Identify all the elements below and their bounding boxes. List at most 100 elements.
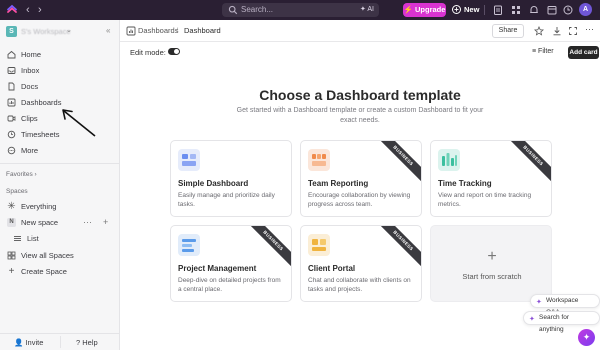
sidebar-item-label: Clips bbox=[21, 114, 38, 123]
inbox-icon bbox=[7, 67, 16, 74]
workspace-qa-button[interactable]: ✦ Workspace Q&A bbox=[530, 294, 600, 316]
collapse-sidebar-icon[interactable]: « bbox=[106, 26, 110, 35]
upgrade-label: Upgrade bbox=[415, 5, 446, 14]
star-icon[interactable] bbox=[534, 26, 544, 36]
dashboards-icon bbox=[7, 98, 16, 107]
dashboard-toolbar: Edit mode: ≡ Filter Add card bbox=[120, 42, 600, 62]
grid-icon bbox=[7, 251, 16, 260]
sidebar-item-label: List bbox=[27, 234, 39, 243]
favorites-label: Favorites bbox=[6, 171, 33, 178]
fullscreen-icon[interactable] bbox=[568, 26, 578, 36]
new-button[interactable]: + New bbox=[452, 3, 479, 17]
template-card-simple-dashboard[interactable]: Simple Dashboard Easily manage and prior… bbox=[170, 140, 292, 217]
top-bar: ‹ › Search... ✦ AI ⚡ Upgrade + New A bbox=[0, 0, 600, 20]
main-content: Dashboards / Dashboard Share ⋯ Edit mode… bbox=[120, 20, 600, 350]
share-label: Share bbox=[498, 27, 518, 34]
share-button[interactable]: Share bbox=[492, 24, 524, 38]
invite-button[interactable]: 👤 Invite bbox=[14, 338, 43, 347]
search-placeholder: Search... bbox=[241, 5, 274, 14]
start-from-scratch-label: Start from scratch bbox=[462, 272, 522, 281]
chevron-down-icon: ⌄ bbox=[66, 27, 72, 34]
sidebar-item-home[interactable]: Home bbox=[6, 48, 114, 61]
clock-icon[interactable] bbox=[562, 4, 574, 16]
add-card-label: Add card bbox=[569, 49, 598, 56]
business-ribbon: BUSINESS bbox=[371, 226, 421, 273]
sidebar-item-label: New space bbox=[21, 218, 59, 227]
plus-icon: + bbox=[8, 266, 15, 277]
calendar-icon[interactable] bbox=[546, 4, 558, 16]
new-label: New bbox=[464, 5, 480, 14]
template-card-time-tracking[interactable]: Time Tracking View and report on time tr… bbox=[430, 140, 552, 217]
back-arrow-icon[interactable]: ‹ bbox=[26, 3, 30, 17]
user-plus-icon: 👤 bbox=[14, 338, 24, 347]
breadcrumb-dashboards[interactable]: Dashboards bbox=[138, 26, 178, 35]
template-description: Easily manage and prioritize daily tasks… bbox=[178, 192, 275, 208]
template-name: Team Reporting bbox=[308, 179, 369, 188]
sidebar-item-everything[interactable]: ✳ Everything bbox=[6, 200, 114, 213]
help-button[interactable]: ? Help bbox=[76, 338, 98, 347]
bell-icon[interactable] bbox=[528, 4, 540, 16]
help-icon: ? bbox=[76, 338, 81, 347]
edit-mode-toggle[interactable] bbox=[168, 48, 180, 55]
workspace-switcher[interactable]: S S's Workspace ⌄ « bbox=[6, 25, 114, 39]
page-subtitle: Get started with a Dashboard template or… bbox=[236, 107, 484, 124]
upgrade-button[interactable]: ⚡ Upgrade bbox=[403, 3, 446, 17]
add-card-button[interactable]: Add card bbox=[568, 46, 599, 59]
filter-label: Filter bbox=[538, 48, 554, 55]
sidebar-item-list[interactable]: List bbox=[12, 232, 112, 245]
sidebar-item-inbox[interactable]: Inbox bbox=[6, 64, 114, 77]
template-description: Deep-dive on detailed projects from a ce… bbox=[178, 277, 281, 293]
filter-icon: ≡ bbox=[532, 48, 537, 55]
spaces-label: Spaces bbox=[6, 188, 28, 195]
apps-grid-icon[interactable] bbox=[510, 4, 522, 16]
list-icon bbox=[14, 236, 21, 241]
more-options-icon[interactable]: ··· bbox=[83, 216, 92, 229]
plus-icon: + bbox=[487, 248, 497, 265]
ai-assistant-fab[interactable]: ✦ bbox=[578, 329, 595, 346]
template-card-team-reporting[interactable]: Team Reporting Encourage collaboration b… bbox=[300, 140, 422, 217]
breadcrumb-dashboard[interactable]: Dashboard bbox=[184, 26, 221, 35]
sparkle-icon: ✦ bbox=[529, 316, 535, 323]
ai-button[interactable]: ✦ AI bbox=[360, 5, 374, 15]
search-anything-button[interactable]: ✦ Search for anything bbox=[523, 311, 600, 333]
avatar-initial: A bbox=[582, 6, 589, 13]
clickup-logo-icon[interactable] bbox=[6, 4, 18, 16]
sidebar-item-docs[interactable]: Docs bbox=[6, 80, 114, 93]
template-card-client-portal[interactable]: Client Portal Chat and collaborate with … bbox=[300, 225, 422, 302]
docs-icon bbox=[8, 82, 15, 91]
sidebar-divider bbox=[0, 163, 119, 164]
sparkle-icon: ✦ bbox=[582, 332, 591, 342]
template-description: Encourage collaboration by viewing progr… bbox=[308, 192, 411, 208]
template-card-project-management[interactable]: Project Management Deep-dive on detailed… bbox=[170, 225, 292, 302]
filter-button[interactable]: ≡ Filter bbox=[532, 48, 554, 55]
sidebar-item-label: More bbox=[21, 146, 39, 155]
template-name: Simple Dashboard bbox=[178, 179, 249, 188]
page-title: Choose a Dashboard template bbox=[259, 87, 461, 103]
sidebar-footer: 👤 Invite ? Help bbox=[0, 333, 119, 350]
start-from-scratch-card[interactable]: + Start from scratch bbox=[430, 225, 552, 302]
sidebar-item-label: Timesheets bbox=[21, 130, 60, 139]
client-portal-thumbnail-icon bbox=[308, 234, 330, 256]
search-bar[interactable]: Search... ✦ AI bbox=[222, 3, 379, 17]
divider bbox=[60, 336, 61, 348]
download-icon[interactable] bbox=[552, 26, 562, 36]
favorites-header[interactable]: Favorites › bbox=[6, 171, 37, 178]
sidebar-item-new-space[interactable]: N New space ··· + bbox=[6, 216, 114, 229]
sidebar-item-label: Everything bbox=[21, 202, 57, 211]
add-icon[interactable]: + bbox=[103, 216, 108, 229]
forward-arrow-icon[interactable]: › bbox=[38, 3, 42, 17]
asterisk-icon: ✳ bbox=[7, 201, 16, 212]
sidebar-item-more[interactable]: More bbox=[6, 144, 114, 157]
sidebar-item-view-all-spaces[interactable]: View all Spaces bbox=[6, 249, 114, 262]
breadcrumb: Dashboards / Dashboard Share ⋯ bbox=[120, 20, 600, 42]
timesheets-icon bbox=[7, 130, 16, 139]
user-avatar[interactable]: A bbox=[579, 3, 592, 16]
business-ribbon: BUSINESS bbox=[371, 141, 421, 188]
project-management-thumbnail-icon bbox=[178, 234, 200, 256]
sidebar-item-create-space[interactable]: + Create Space bbox=[6, 265, 114, 278]
notepad-icon[interactable] bbox=[492, 4, 504, 16]
more-options-icon[interactable]: ⋯ bbox=[585, 24, 594, 35]
sparkle-icon: ✦ bbox=[536, 299, 542, 306]
sidebar-item-label: View all Spaces bbox=[21, 251, 74, 260]
help-label: Help bbox=[82, 338, 98, 347]
